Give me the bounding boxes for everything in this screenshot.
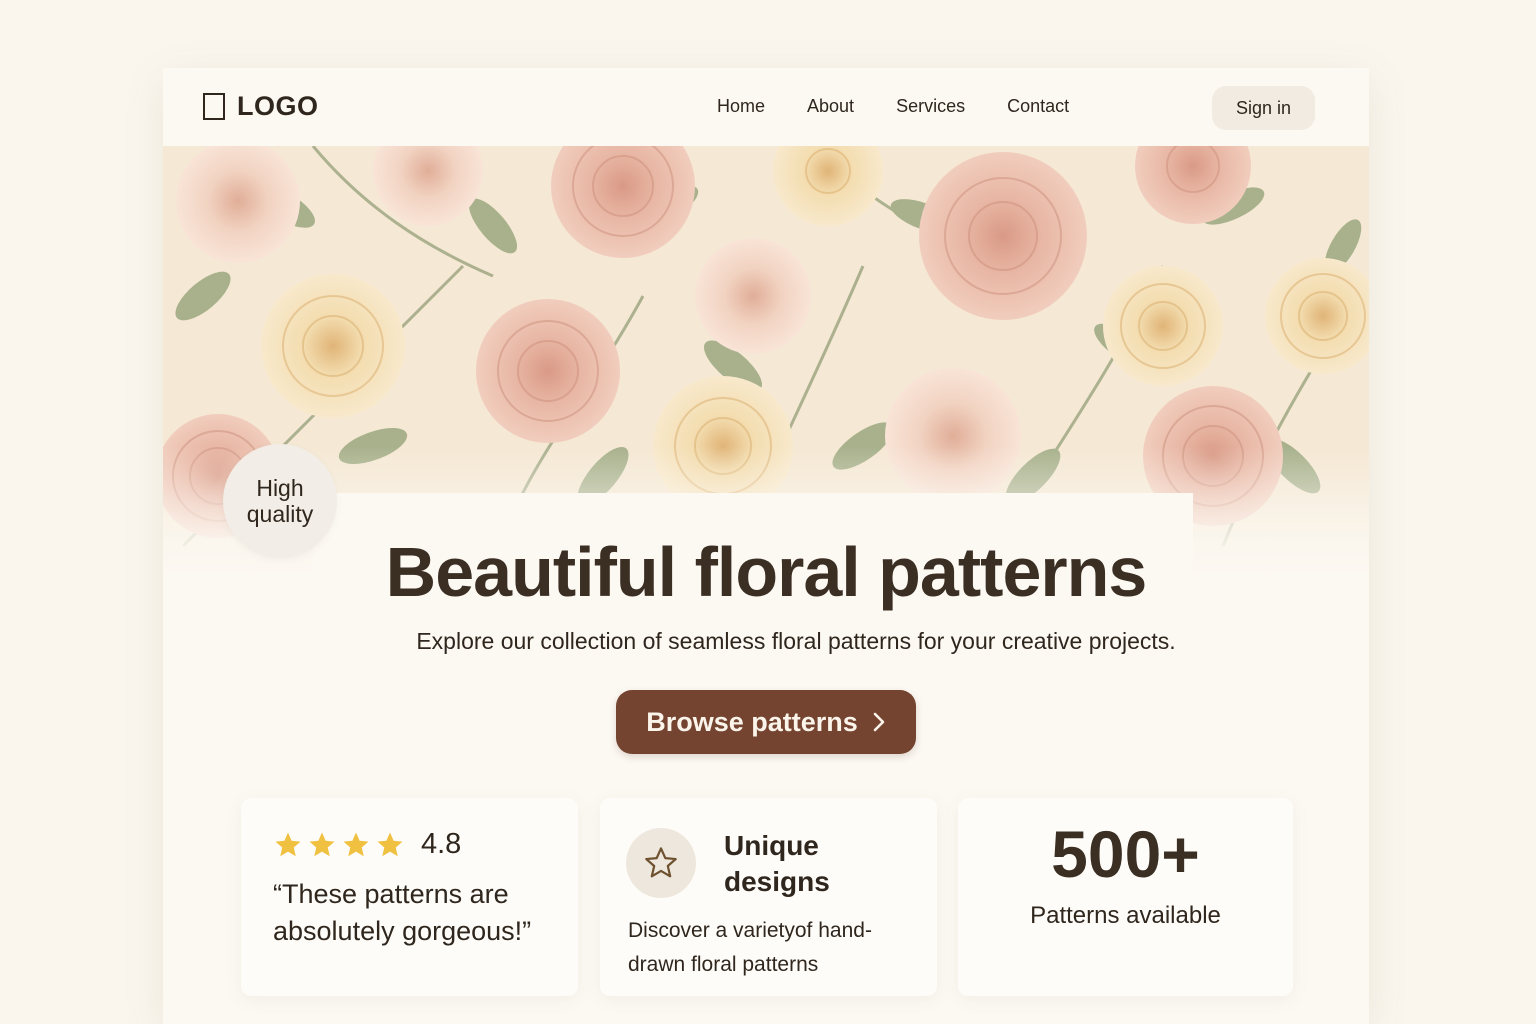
logo-text: LOGO xyxy=(237,90,319,121)
review-quote: “These patterns are absolutely gorgeous!… xyxy=(273,876,563,950)
badge-line-1: High xyxy=(256,475,304,501)
nav-links: Home About Services Contact xyxy=(717,96,1111,117)
hero-title: Beautiful floral patterns xyxy=(385,533,1148,611)
star-filled-icon xyxy=(377,832,403,856)
chevron-right-icon xyxy=(873,712,885,732)
quote-line-1: “These patterns are xyxy=(273,879,509,909)
title-line-1: Unique xyxy=(724,830,819,861)
star-rating: 4.8 xyxy=(273,828,461,861)
star-filled-icon xyxy=(309,832,335,856)
sign-in-button[interactable]: Sign in xyxy=(1212,86,1315,130)
logo-square-icon xyxy=(203,92,225,120)
top-nav: LOGO Home About Services Contact Sign in xyxy=(163,68,1369,146)
unique-designs-description: Discover a varietyof hand- drawn floral … xyxy=(628,914,918,982)
browse-patterns-button[interactable]: Browse patterns xyxy=(616,690,916,754)
star-icon-circle xyxy=(626,828,696,898)
logo[interactable]: LOGO xyxy=(203,90,319,122)
hero-subtitle: Explore our collection of seamless flora… xyxy=(416,628,1176,654)
badge-line-2: quality xyxy=(246,501,314,527)
nav-home[interactable]: Home xyxy=(717,96,765,117)
unique-designs-title: Unique designs xyxy=(724,828,904,900)
nav-contact[interactable]: Contact xyxy=(1007,96,1069,117)
star-outline-icon xyxy=(645,847,677,878)
landing-card: LOGO Home About Services Contact Sign in xyxy=(163,68,1369,1024)
star-filled-icon xyxy=(275,832,301,856)
desc-line-2: drawn floral patterns xyxy=(628,953,819,976)
nav-about[interactable]: About xyxy=(807,96,854,117)
star-filled-icon xyxy=(343,832,369,856)
pattern-count: 500+ xyxy=(1051,817,1200,891)
nav-services[interactable]: Services xyxy=(896,96,965,117)
unique-designs-card: Unique designs Discover a varietyof hand… xyxy=(600,798,937,996)
pattern-count-label: Patterns available xyxy=(1030,902,1221,929)
rating-value: 4.8 xyxy=(421,828,462,860)
review-card: 4.8 “These patterns are absolutely gorge… xyxy=(241,798,578,996)
quote-line-2: absolutely gorgeous!” xyxy=(273,916,532,946)
browse-patterns-label: Browse patterns xyxy=(646,706,858,737)
title-line-2: designs xyxy=(724,866,830,897)
desc-line-1: Discover a varietyof hand- xyxy=(628,919,872,942)
pattern-count-card: 500+ Patterns available xyxy=(958,798,1293,996)
